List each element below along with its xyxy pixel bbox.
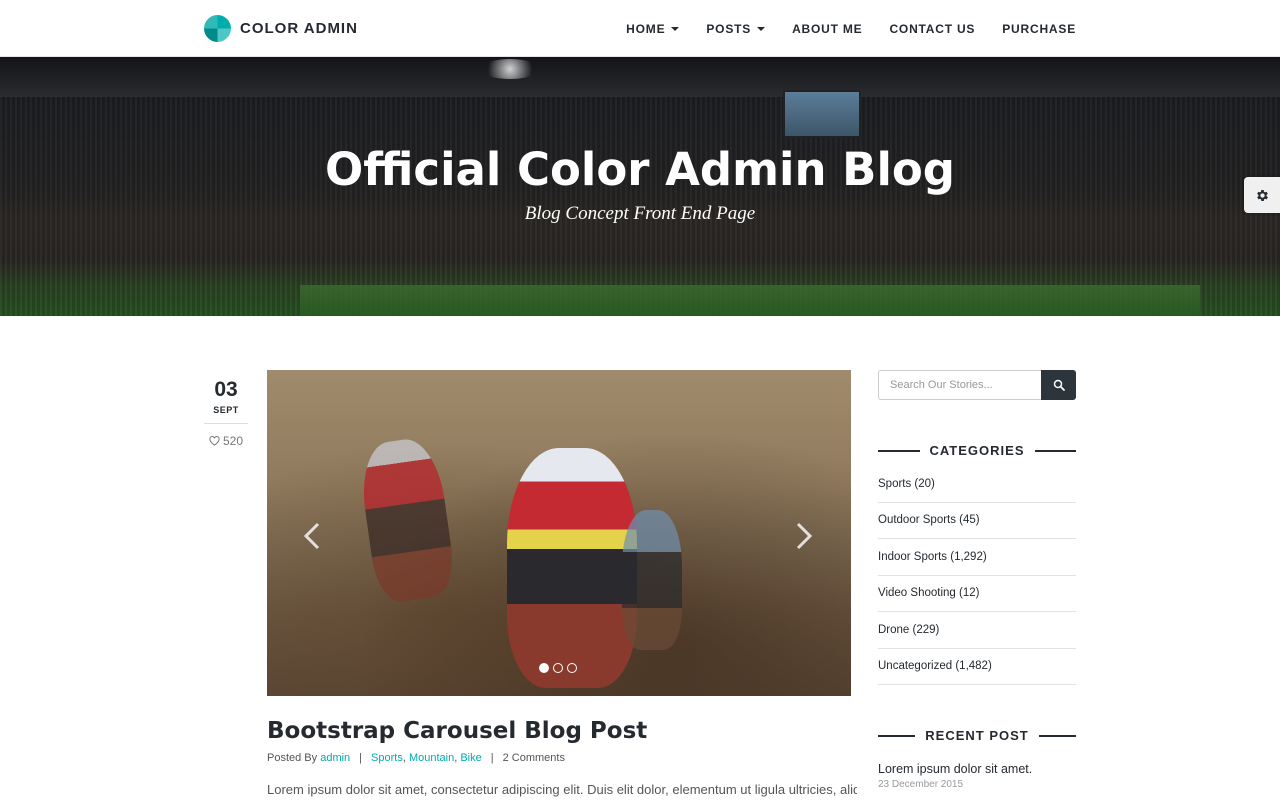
categories-title: CATEGORIES (929, 443, 1025, 458)
nav-item-home[interactable]: HOME (626, 21, 680, 36)
carousel-image-rider (507, 448, 637, 688)
theme-settings-button[interactable] (1244, 177, 1280, 213)
nav-item-purchase[interactable]: PURCHASE (1002, 22, 1076, 36)
like-button[interactable]: 520 (204, 434, 248, 448)
tag-link[interactable]: Bike (460, 752, 481, 764)
post-title[interactable]: Bootstrap Carousel Blog Post (267, 718, 647, 744)
recent-post-heading: RECENT POST (878, 728, 1076, 743)
hero-title: Official Color Admin Blog (324, 143, 956, 196)
chevron-left-icon (303, 522, 320, 550)
search-form (878, 370, 1076, 400)
category-list: Sports (20) Outdoor Sports (45) Indoor S… (878, 466, 1076, 685)
categories-heading: CATEGORIES (878, 443, 1076, 458)
search-input[interactable] (878, 370, 1041, 400)
tag-link[interactable]: Mountain (409, 752, 454, 764)
carousel-indicators (539, 663, 581, 673)
author-link[interactable]: admin (320, 752, 350, 764)
recent-post-date: 23 December 2015 (878, 779, 964, 790)
brand-name: COLOR ADMIN (240, 20, 358, 37)
post-excerpt: Lorem ipsum dolor sit amet, consectetur … (267, 782, 857, 797)
nav-item-label: PURCHASE (1002, 21, 1076, 36)
carousel-indicator[interactable] (553, 663, 563, 673)
heart-icon (209, 436, 220, 446)
category-item[interactable]: Drone (229) (878, 612, 1076, 649)
carousel-indicator[interactable] (567, 663, 577, 673)
category-item[interactable]: Sports (20) (878, 466, 1076, 503)
category-item[interactable]: Indoor Sports (1,292) (878, 539, 1076, 576)
comments-link[interactable]: 2 Comments (503, 752, 565, 764)
like-count: 520 (222, 434, 244, 448)
top-navbar: COLOR ADMIN HOME POSTS ABOUT ME CONTACT … (0, 0, 1280, 57)
search-button[interactable] (1041, 370, 1076, 400)
hero-stadium-roof (0, 57, 1280, 97)
carousel-prev-button[interactable] (300, 520, 324, 552)
tag-link[interactable]: Sports (371, 752, 403, 764)
post-date: 03 SEPT 520 (204, 378, 248, 448)
carousel-indicator[interactable] (539, 663, 549, 673)
carousel-next-button[interactable] (792, 520, 816, 552)
heading-line (878, 449, 920, 452)
nav-item-label: CONTACT US (889, 21, 976, 36)
category-item[interactable]: Video Shooting (12) (878, 576, 1076, 612)
heading-line (1034, 449, 1076, 452)
search-icon (1053, 379, 1065, 391)
posted-by-label: Posted By (267, 752, 318, 764)
carousel-image-rider (356, 435, 458, 605)
hero-stadium-light (480, 59, 540, 79)
heading-line (878, 734, 916, 737)
brand-logo-icon (204, 15, 231, 42)
nav-item-label: POSTS (706, 21, 752, 36)
recent-post-title: RECENT POST (925, 728, 1029, 743)
nav-item-label: HOME (626, 21, 666, 36)
meta-separator: | (490, 752, 494, 764)
heading-line (1038, 734, 1076, 737)
brand[interactable]: COLOR ADMIN (204, 15, 358, 42)
nav-item-about-me[interactable]: ABOUT ME (792, 22, 862, 36)
gear-icon (1256, 189, 1268, 201)
category-item[interactable]: Outdoor Sports (45) (878, 503, 1076, 539)
hero-stadium-screen (783, 90, 861, 138)
hero-subtitle: Blog Concept Front End Page (524, 203, 756, 224)
caret-down-icon (671, 26, 680, 31)
meta-separator: | (359, 752, 363, 764)
nav-item-contact-us[interactable]: CONTACT US (889, 22, 975, 36)
category-item[interactable]: Uncategorized (1,482) (878, 649, 1076, 685)
carousel-image-rider (622, 510, 682, 650)
post-date-day: 03 (214, 378, 238, 401)
chevron-right-icon (796, 522, 813, 550)
post-date-month: SEPT (213, 405, 239, 415)
post-carousel[interactable] (267, 370, 851, 696)
main-nav: HOME POSTS ABOUT ME CONTACT US PURCHASE (599, 0, 1076, 57)
nav-item-posts[interactable]: POSTS (706, 21, 766, 36)
nav-item-label: ABOUT ME (792, 21, 863, 36)
recent-post-link[interactable]: Lorem ipsum dolor sit amet. (878, 762, 1076, 776)
post-meta: Posted By admin | Sports, Mountain, Bike… (267, 752, 565, 764)
hero-stadium-field (300, 285, 1200, 316)
hero-banner: Official Color Admin Blog Blog Concept F… (0, 57, 1280, 316)
caret-down-icon (757, 26, 766, 31)
recent-post-item: Lorem ipsum dolor sit amet. 23 December … (878, 762, 1076, 790)
divider (204, 423, 248, 424)
